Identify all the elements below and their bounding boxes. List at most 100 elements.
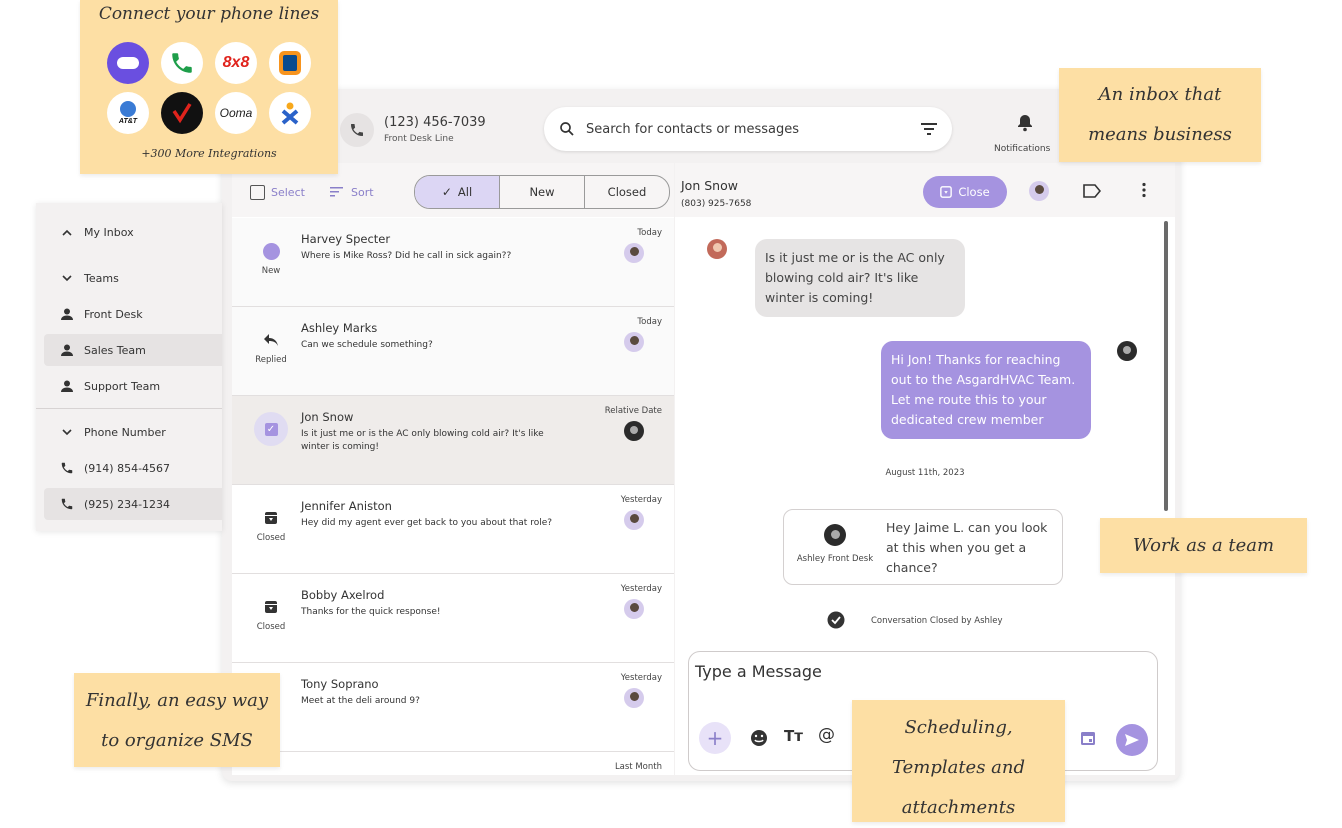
reply-icon <box>254 323 288 357</box>
tab-closed[interactable]: Closed <box>584 176 669 208</box>
message-preview: Is it just me or is the AC only blowing … <box>301 429 544 452</box>
app-window: (123) 456-7039 Front Desk Line Search fo… <box>222 89 1180 781</box>
message-date: Yesterday <box>620 584 662 594</box>
search-bar[interactable]: Search for contacts or messages <box>544 107 952 151</box>
chevron-down-icon <box>54 274 80 282</box>
sidebar-item-label: Support Team <box>84 379 161 393</box>
tab-all[interactable]: ✓ All <box>415 176 499 208</box>
sort-icon[interactable] <box>330 186 344 198</box>
archive-icon <box>254 590 288 624</box>
text-format-icon[interactable]: Tт <box>784 727 803 745</box>
sidebar-item-phone-number[interactable]: Phone Number <box>44 416 222 448</box>
sidebar-item-teams[interactable]: Teams <box>44 262 222 294</box>
label-icon[interactable] <box>1083 184 1101 198</box>
tab-new[interactable]: New <box>499 176 584 208</box>
note-author: Ashley Front Desk <box>796 554 874 564</box>
checkbox-checked-icon[interactable]: ✓ <box>254 412 288 446</box>
conversation-list: Select Sort ✓ All New Closed New Harvey S… <box>232 163 674 775</box>
message-preview: Where is Mike Ross? Did he call in sick … <box>301 251 512 261</box>
mention-icon[interactable]: @ <box>818 725 835 745</box>
select-all-checkbox[interactable] <box>250 185 265 200</box>
sort-button[interactable]: Sort <box>351 186 374 199</box>
filter-icon[interactable] <box>920 122 938 136</box>
tab-closed-label: Closed <box>607 185 647 199</box>
sticky-line: attachments <box>901 797 1016 818</box>
search-icon <box>560 122 574 136</box>
assignee-avatar[interactable] <box>1029 181 1049 201</box>
sticky-line: Finally, an easy way <box>85 690 269 711</box>
conversation-row[interactable]: New Harvey Specter Where is Mike Ross? D… <box>232 218 674 307</box>
chat-panel: Jon Snow (803) 925-7658 Close Is it just… <box>675 163 1175 775</box>
avatar <box>624 421 644 441</box>
message-input[interactable]: Type a Message <box>695 662 822 681</box>
nextiva-logo-icon <box>269 92 311 134</box>
avatar <box>624 599 644 619</box>
sidebar-item-phone-1[interactable]: (914) 854-4567 <box>44 452 222 484</box>
check-icon: ✓ <box>441 185 452 199</box>
contact-name: Jennifer Aniston <box>301 499 392 513</box>
more-vert-icon[interactable] <box>1141 182 1147 198</box>
check-circle-icon <box>827 611 845 629</box>
status-label: New <box>261 266 281 276</box>
avatar <box>624 510 644 530</box>
internal-note: Ashley Front Desk Hey Jaime L. can you l… <box>783 509 1063 585</box>
contact-name: Tony Soprano <box>301 677 379 691</box>
avatar <box>624 332 644 352</box>
add-attachment-button[interactable]: + <box>699 722 731 754</box>
conversation-row[interactable]: Tony Soprano Meet at the deli around 9? … <box>232 663 674 752</box>
emoji-icon[interactable] <box>750 729 768 747</box>
conversation-row[interactable]: Last Month <box>232 752 674 775</box>
att-logo: AT&T <box>107 92 149 134</box>
scheduling-sticky: Scheduling, Templates and attachments <box>852 700 1065 822</box>
contact-avatar <box>707 239 727 259</box>
select-button[interactable]: Select <box>271 186 305 199</box>
line-label: Front Desk Line <box>384 134 454 144</box>
message-preview: Hey did my agent ever get back to you ab… <box>301 518 553 528</box>
bell-icon[interactable] <box>1017 114 1033 132</box>
status-label: Closed <box>256 533 286 543</box>
calendar-icon[interactable] <box>1080 730 1096 746</box>
chat-scrollbar[interactable] <box>1164 221 1168 511</box>
message-date: Yesterday <box>620 495 662 505</box>
att-globe-icon <box>120 101 136 117</box>
filter-tabs: ✓ All New Closed <box>414 175 670 209</box>
sidebar-item-support-team[interactable]: Support Team <box>44 370 222 402</box>
sticky-line: Templates and <box>891 757 1026 778</box>
sidebar-item-label: Front Desk <box>84 307 143 321</box>
sidebar-item-my-inbox[interactable]: My Inbox <box>44 216 222 248</box>
sidebar-item-sales-team[interactable]: Sales Team <box>44 334 222 366</box>
ooma-logo: Ooma <box>215 92 257 134</box>
agent-avatar <box>1117 341 1137 361</box>
line-number: (123) 456-7039 <box>384 115 486 130</box>
conversation-row[interactable]: Closed Jennifer Aniston Hey did my agent… <box>232 485 674 574</box>
conversation-row[interactable]: Closed Bobby Axelrod Thanks for the quic… <box>232 574 674 663</box>
message-date: Today <box>637 228 662 238</box>
close-conversation-button[interactable]: Close <box>923 176 1007 208</box>
chat-contact-number: (803) 925-7658 <box>681 199 752 209</box>
sidebar-item-phone-2[interactable]: (925) 234-1234 <box>44 488 222 520</box>
inbox-sticky: An inbox that means business <box>1059 68 1261 162</box>
message-date: Today <box>637 317 662 327</box>
team-sticky: Work as a team <box>1100 518 1307 573</box>
sticky-line: to organize SMS <box>101 730 253 751</box>
outgoing-message: Hi Jon! Thanks for reaching out to the A… <box>881 341 1091 439</box>
message-date: Yesterday <box>620 673 662 683</box>
send-button[interactable] <box>1116 724 1148 756</box>
avatar <box>624 688 644 708</box>
phone-line-button[interactable] <box>340 113 374 147</box>
contact-name: Ashley Marks <box>301 321 378 335</box>
conversation-row-selected[interactable]: ✓ Jon Snow Is it just me or is the AC on… <box>232 396 674 485</box>
person-icon <box>54 380 80 392</box>
sidebar-item-front-desk[interactable]: Front Desk <box>44 298 222 330</box>
ringcentral-logo-icon <box>269 42 311 84</box>
contact-name: Bobby Axelrod <box>301 588 385 602</box>
message-date: Last Month <box>614 762 662 772</box>
phone-icon <box>54 461 80 475</box>
message-date: Relative Date <box>604 406 662 416</box>
incoming-message: Is it just me or is the AC only blowing … <box>755 239 965 317</box>
conversation-row[interactable]: Replied Ashley Marks Can we schedule som… <box>232 307 674 396</box>
search-input[interactable]: Search for contacts or messages <box>586 122 799 137</box>
sidebar-item-label: My Inbox <box>84 225 134 239</box>
closed-status: Conversation Closed by Ashley <box>871 616 1003 626</box>
close-label: Close <box>958 185 990 199</box>
